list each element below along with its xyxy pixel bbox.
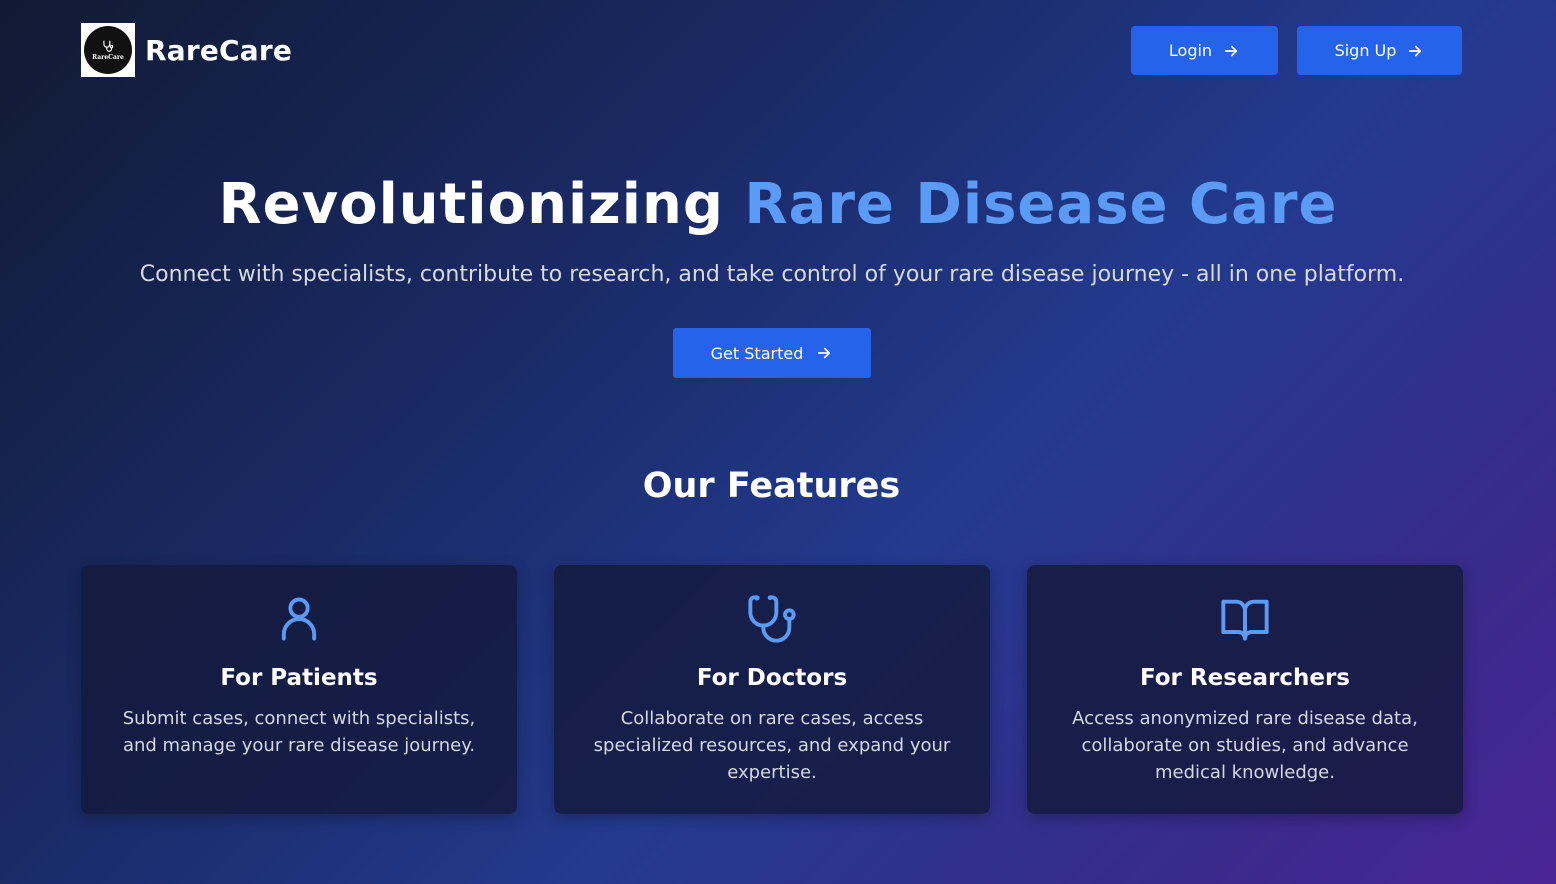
logo-image: RareCare <box>81 23 135 77</box>
logo-stethoscope-icon <box>103 40 114 52</box>
login-button-label: Login <box>1168 41 1213 60</box>
get-started-label: Get Started <box>710 343 804 363</box>
brand-name: RareCare <box>145 33 293 67</box>
hero-title-main: Revolutionizing <box>218 172 745 237</box>
hero-title: Revolutionizing Rare Disease Care <box>0 172 1556 237</box>
user-icon <box>81 593 517 645</box>
hero-title-accent: Rare Disease Care <box>744 172 1338 237</box>
get-started-button[interactable]: Get Started <box>673 328 871 378</box>
feature-card-description: Submit cases, connect with specialists, … <box>122 708 476 756</box>
landing-page: RareCare RareCare Login Sign Up Revoluti… <box>0 0 1556 884</box>
stethoscope-icon <box>554 593 990 645</box>
signup-button[interactable]: Sign Up <box>1297 26 1462 75</box>
brand-logo-link[interactable]: RareCare RareCare <box>81 23 292 77</box>
feature-card-doctors: For Doctors Collaborate on rare cases, a… <box>554 565 990 814</box>
arrow-right-icon <box>815 344 833 362</box>
logo-circle: RareCare <box>84 26 132 74</box>
feature-card-patients: For Patients Submit cases, connect with … <box>81 565 517 814</box>
hero-subtitle: Connect with specialists, contribute to … <box>139 262 1405 287</box>
feature-card-title: For Doctors <box>696 665 848 691</box>
feature-card-title: For Researchers <box>1139 665 1351 691</box>
logo-mark-text: RareCare <box>92 54 124 61</box>
login-button[interactable]: Login <box>1131 26 1278 75</box>
arrow-right-icon <box>1406 42 1424 60</box>
book-open-icon <box>1027 593 1463 645</box>
feature-card-researchers: For Researchers Access anonymized rare d… <box>1027 565 1463 814</box>
arrow-right-icon <box>1222 42 1240 60</box>
signup-button-label: Sign Up <box>1334 41 1397 60</box>
feature-card-description: Access anonymized rare disease data, col… <box>1072 708 1418 783</box>
feature-card-title: For Patients <box>220 665 378 691</box>
features-heading: Our Features <box>642 466 901 506</box>
feature-card-description: Collaborate on rare cases, access specia… <box>593 708 951 783</box>
